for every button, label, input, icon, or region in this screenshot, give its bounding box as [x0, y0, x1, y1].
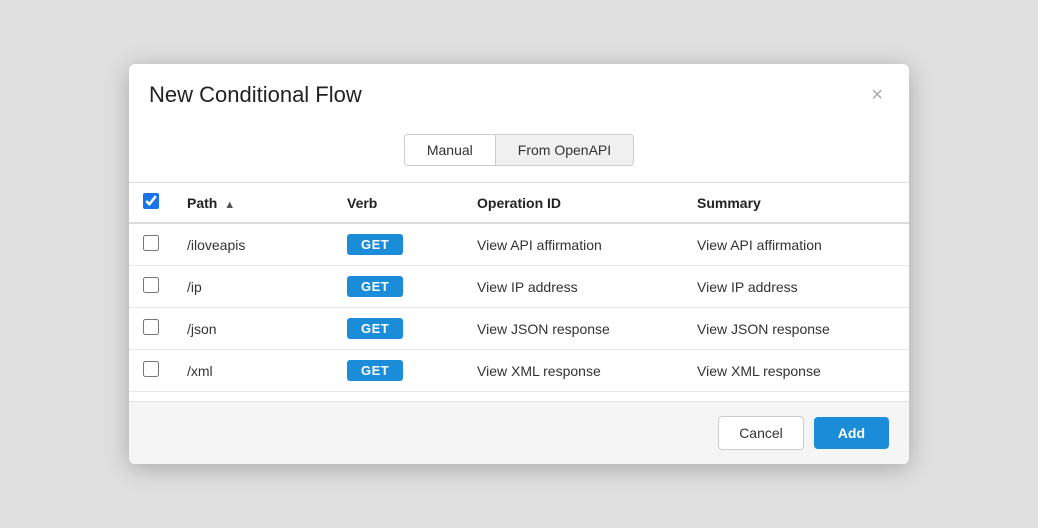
row-summary: View API affirmation	[683, 223, 909, 266]
row-path: /ip	[173, 266, 333, 308]
header-verb: Verb	[333, 183, 463, 224]
row-operation-id: View IP address	[463, 266, 683, 308]
dialog: New Conditional Flow × Manual From OpenA…	[129, 64, 909, 464]
row-operation-id: View JSON response	[463, 308, 683, 350]
verb-badge: GET	[347, 276, 403, 297]
row-summary: View IP address	[683, 266, 909, 308]
dialog-title: New Conditional Flow	[149, 82, 362, 108]
row-summary: View JSON response	[683, 308, 909, 350]
toggle-group: Manual From OpenAPI	[404, 134, 634, 166]
header-summary: Summary	[683, 183, 909, 224]
table-body: /iloveapis GET View API affirmation View…	[129, 223, 909, 392]
dialog-header: New Conditional Flow ×	[129, 64, 909, 122]
close-button[interactable]: ×	[865, 83, 889, 107]
add-button[interactable]: Add	[814, 417, 889, 449]
verb-badge: GET	[347, 318, 403, 339]
row-check-cell	[129, 223, 173, 266]
toggle-bar: Manual From OpenAPI	[129, 122, 909, 182]
table-container: Path ▲ Verb Operation ID Summary /ilovea…	[129, 182, 909, 401]
row-checkbox[interactable]	[143, 235, 159, 251]
row-checkbox[interactable]	[143, 319, 159, 335]
row-summary: View XML response	[683, 350, 909, 392]
api-table: Path ▲ Verb Operation ID Summary /ilovea…	[129, 182, 909, 392]
row-path: /iloveapis	[173, 223, 333, 266]
header-path[interactable]: Path ▲	[173, 183, 333, 224]
table-row: /xml GET View XML response View XML resp…	[129, 350, 909, 392]
row-check-cell	[129, 350, 173, 392]
row-path: /xml	[173, 350, 333, 392]
table-row: /json GET View JSON response View JSON r…	[129, 308, 909, 350]
table-row: /iloveapis GET View API affirmation View…	[129, 223, 909, 266]
row-operation-id: View XML response	[463, 350, 683, 392]
sort-arrow-path: ▲	[224, 199, 235, 211]
row-verb: GET	[333, 266, 463, 308]
row-verb: GET	[333, 350, 463, 392]
row-checkbox[interactable]	[143, 361, 159, 377]
row-path: /json	[173, 308, 333, 350]
verb-badge: GET	[347, 360, 403, 381]
row-verb: GET	[333, 308, 463, 350]
toggle-from-openapi[interactable]: From OpenAPI	[496, 135, 633, 165]
header-check-cell	[129, 183, 173, 224]
toggle-manual[interactable]: Manual	[405, 135, 496, 165]
row-operation-id: View API affirmation	[463, 223, 683, 266]
table-header-row: Path ▲ Verb Operation ID Summary	[129, 183, 909, 224]
row-verb: GET	[333, 223, 463, 266]
cancel-button[interactable]: Cancel	[718, 416, 804, 450]
header-checkbox[interactable]	[143, 193, 159, 209]
row-check-cell	[129, 308, 173, 350]
header-operation-id: Operation ID	[463, 183, 683, 224]
dialog-footer: Cancel Add	[129, 401, 909, 464]
table-row: /ip GET View IP address View IP address	[129, 266, 909, 308]
verb-badge: GET	[347, 234, 403, 255]
row-checkbox[interactable]	[143, 277, 159, 293]
row-check-cell	[129, 266, 173, 308]
